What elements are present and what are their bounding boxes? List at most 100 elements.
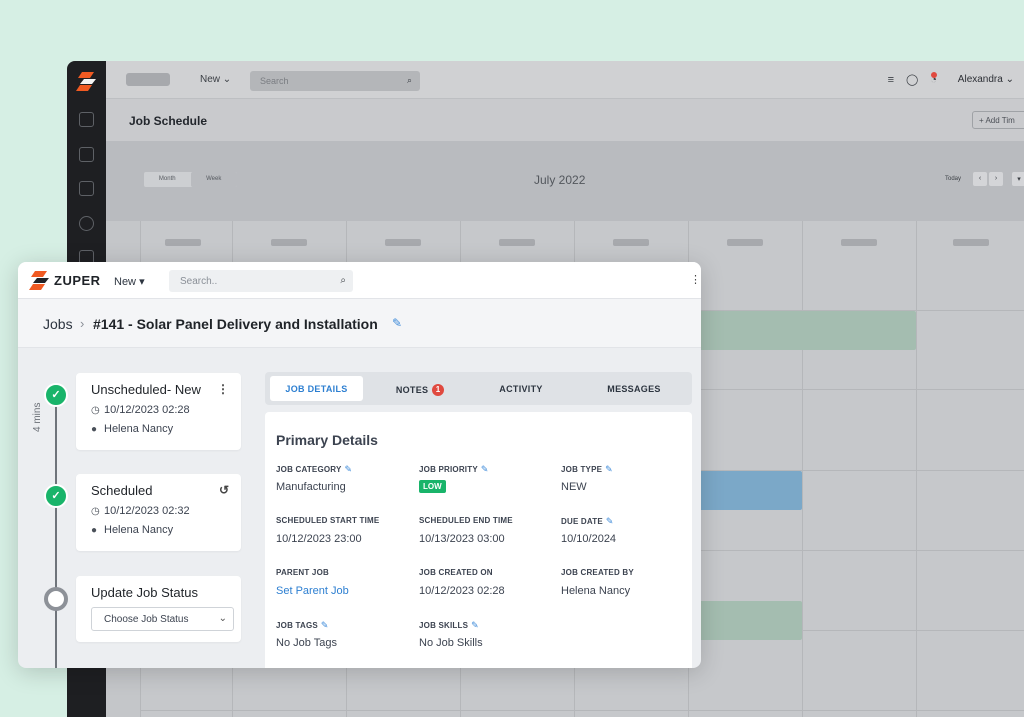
add-time-button[interactable]: + Add Tim: [972, 111, 1024, 129]
week-view-tab[interactable]: Week: [190, 172, 237, 187]
day-header-placeholder: [385, 239, 421, 246]
edit-icon[interactable]: ✎: [345, 464, 353, 474]
scheduled-end-value: 10/13/2023 03:00: [419, 533, 505, 545]
created-on-value: 10/12/2023 02:28: [419, 585, 505, 597]
today-button[interactable]: Today: [945, 176, 961, 182]
clock-icon: ◷: [91, 405, 100, 416]
calendar-event[interactable]: [688, 471, 802, 510]
calendar-toolbar: Month Week July 2022 Today ‹ › ▾: [106, 141, 1024, 221]
primary-details-panel: Primary Details JOB CATEGORY ✎ Manufactur…: [265, 412, 692, 668]
scheduled-end-label: SCHEDULED END TIME: [419, 516, 513, 525]
notification-dot: [931, 72, 937, 78]
tab-job-details[interactable]: JOB DETAILS: [270, 376, 363, 401]
tab-notes[interactable]: NOTES 1: [375, 376, 465, 401]
created-on-label: JOB CREATED ON: [419, 568, 493, 577]
calendar-column: [802, 221, 803, 717]
due-date-value: 10/10/2024: [561, 533, 617, 545]
job-tags-label: JOB TAGS ✎: [276, 620, 329, 630]
status-card-scheduled: Scheduled ↺ ◷ 10/12/2023 02:32 ● Helena Na…: [76, 474, 241, 551]
filter-button[interactable]: ▾: [1012, 172, 1024, 186]
day-header-placeholder: [165, 239, 201, 246]
calendar-event[interactable]: [688, 311, 916, 350]
new-menu[interactable]: New ▾: [114, 275, 145, 288]
user-icon: ●: [91, 525, 98, 536]
edit-icon[interactable]: ✎: [481, 464, 489, 474]
background-search-input[interactable]: Search ⌕: [250, 71, 420, 91]
status-title: Scheduled: [91, 483, 153, 498]
job-category-label: JOB CATEGORY ✎: [276, 464, 353, 474]
background-page-header: Job Schedule + Add Tim: [106, 99, 1024, 141]
chevron-right-icon: ›: [80, 316, 85, 331]
calendar-icon[interactable]: [79, 181, 94, 196]
user-menu[interactable]: Alexandra ⌄: [958, 74, 1014, 85]
background-logo-placeholder: [126, 73, 170, 86]
edit-icon[interactable]: ✎: [606, 516, 614, 526]
briefcase-icon[interactable]: [79, 147, 94, 162]
job-type-label: JOB TYPE ✎: [561, 464, 613, 474]
status-card-unscheduled: Unscheduled- New ⋮ ◷ 10/12/2023 02:28 ● He…: [76, 373, 241, 450]
set-parent-job-link[interactable]: Set Parent Job: [276, 585, 349, 597]
background-page-title: Job Schedule: [129, 114, 208, 128]
undo-icon[interactable]: ↺: [219, 483, 229, 497]
job-skills-value: No Job Skills: [419, 637, 483, 649]
due-date-label: DUE DATE ✎: [561, 516, 614, 526]
edit-icon[interactable]: ✎: [321, 620, 329, 630]
job-status-select[interactable]: Choose Job Status ⌄: [91, 607, 234, 631]
parent-job-label: PARENT JOB: [276, 568, 329, 577]
status-menu-icon[interactable]: ⋮: [217, 382, 229, 396]
completed-check-icon: ✓: [44, 484, 68, 508]
search-icon: ⌕: [340, 275, 346, 286]
status-datetime: ◷ 10/12/2023 02:32: [91, 505, 190, 517]
calendar-row: [140, 710, 1024, 711]
calendar-column: [916, 221, 917, 717]
status-user: ● Helena Nancy: [91, 423, 174, 435]
chevron-down-icon: ⌄: [218, 613, 227, 624]
prev-month-button[interactable]: ‹: [973, 172, 987, 186]
breadcrumb: Jobs › #141 - Solar Panel Delivery and I…: [18, 299, 701, 348]
background-top-icons[interactable]: ≡◯◔: [888, 73, 949, 86]
month-view-tab[interactable]: Month: [144, 172, 191, 187]
page-title: #141 - Solar Panel Delivery and Installa…: [93, 316, 378, 332]
job-priority-label: JOB PRIORITY ✎: [419, 464, 489, 474]
search-icon: ⌕: [406, 75, 412, 85]
chart-icon[interactable]: [79, 112, 94, 127]
status-datetime: ◷ 10/12/2023 02:28: [91, 404, 190, 416]
more-options-icon[interactable]: ⋮: [690, 273, 701, 286]
scheduled-start-label: SCHEDULED START TIME: [276, 516, 380, 525]
day-header-placeholder: [727, 239, 763, 246]
status-card-update: Update Job Status Choose Job Status ⌄: [76, 576, 241, 642]
day-header-placeholder: [271, 239, 307, 246]
job-tags-value: No Job Tags: [276, 637, 337, 649]
update-status-title: Update Job Status: [91, 585, 198, 600]
search-input[interactable]: Search.. ⌕: [169, 270, 353, 292]
day-header-placeholder: [499, 239, 535, 246]
scheduled-start-value: 10/12/2023 23:00: [276, 533, 362, 545]
tab-messages[interactable]: MESSAGES: [589, 376, 679, 401]
edit-icon[interactable]: ✎: [471, 620, 479, 630]
next-month-button[interactable]: ›: [989, 172, 1003, 186]
background-new-menu[interactable]: New ⌄: [200, 74, 231, 85]
edit-title-icon[interactable]: ✎: [392, 316, 402, 330]
view-switcher[interactable]: Month Week: [144, 172, 237, 187]
day-header-placeholder: [953, 239, 989, 246]
brand-name: ZUPER: [54, 273, 101, 288]
tab-activity[interactable]: ACTIVITY: [476, 376, 566, 401]
edit-icon[interactable]: ✎: [605, 464, 613, 474]
completed-check-icon: ✓: [44, 383, 68, 407]
users-icon[interactable]: [79, 216, 94, 231]
topbar: ZUPER New ▾ Search.. ⌕ ⋮: [18, 262, 701, 299]
status-user: ● Helena Nancy: [91, 524, 174, 536]
job-skills-label: JOB SKILLS ✎: [419, 620, 479, 630]
month-title: July 2022: [534, 173, 586, 187]
breadcrumb-jobs-link[interactable]: Jobs: [43, 316, 73, 332]
calendar-event[interactable]: [688, 601, 802, 640]
background-topbar: New ⌄ Search ⌕ ≡◯◔ Alexandra ⌄: [106, 61, 1024, 99]
user-icon: ●: [91, 424, 98, 435]
created-by-value: Helena Nancy: [561, 585, 631, 597]
zuper-logo-icon[interactable]: [29, 269, 51, 291]
job-tabs: JOB DETAILS NOTES 1 ACTIVITY MESSAGES: [265, 372, 692, 405]
section-title: Primary Details: [276, 432, 378, 448]
day-header-placeholder: [841, 239, 877, 246]
priority-badge: LOW: [419, 480, 446, 493]
created-by-label: JOB CREATED BY: [561, 568, 634, 577]
